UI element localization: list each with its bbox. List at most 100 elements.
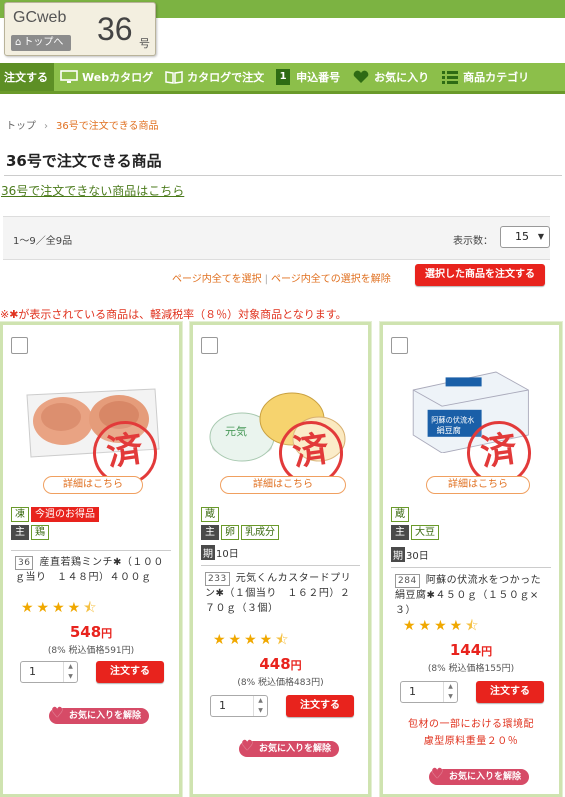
tag-row: 主 卵 乳成分: [201, 525, 279, 540]
product-number: 36: [15, 556, 34, 570]
breadcrumb-current: 36号で注文できる商品: [56, 121, 159, 132]
tax-incl-price: (8% 税込価格483円): [237, 678, 324, 688]
nav-web-catalog[interactable]: Webカタログ: [54, 63, 159, 91]
product-card: 阿蘇の伏流水 絹豆腐 済 詳細はこちら 蔵 主 大豆 期 30日 284 阿蘇の伏流…: [379, 321, 563, 797]
detail-button[interactable]: 詳細はこちら: [43, 476, 143, 494]
favorite-remove-label: お気に入りを解除: [69, 711, 142, 721]
tag-row: 主 鶏: [11, 525, 49, 540]
product-price: 448円: [193, 655, 368, 673]
broken-heart-icon: ♥: [431, 766, 444, 782]
half-star-icon: ⯪: [275, 632, 292, 648]
quantity-value: 1: [29, 665, 36, 678]
favorite-remove-button[interactable]: ♥ お気に入りを解除: [429, 766, 530, 785]
svg-text:絹豆腐: 絹豆腐: [437, 425, 461, 435]
nav-application-number[interactable]: 1 申込番号: [270, 63, 346, 91]
half-star-icon: ⯪: [83, 600, 100, 616]
list-icon: [442, 71, 459, 84]
book-icon: [165, 71, 183, 84]
price-value: 548: [69, 623, 102, 641]
shelf-life: 期 30日: [391, 547, 429, 562]
nav-catalog-order[interactable]: カタログで注文: [159, 63, 270, 91]
favorite-remove-label: お気に入りを解除: [449, 772, 522, 782]
storage-tag: 凍: [11, 507, 29, 522]
quantity-value: 1: [409, 685, 416, 698]
product-name-text: 産直若鶏ミンチ✱（１００ｇ当り １４８円）４００ｇ: [15, 557, 164, 583]
favorite-remove-button[interactable]: ♥ お気に入りを解除: [49, 705, 150, 724]
nav-favorites[interactable]: お気に入り: [346, 63, 435, 91]
select-all-link[interactable]: ページ内全てを選択: [172, 274, 262, 285]
product-checkbox[interactable]: [391, 337, 408, 354]
category-tag: 主: [391, 525, 409, 540]
deselect-all-link[interactable]: ページ内全ての選択を解除: [271, 274, 391, 285]
product-name[interactable]: 233 元気くんカスタードプリン✱（１個当り １６２円）２７０ｇ（３個）: [205, 571, 360, 616]
not-orderable-link[interactable]: 36号で注文できない商品はこちら: [1, 182, 184, 199]
chevron-right-icon: ›: [44, 121, 48, 132]
product-number: 233: [205, 572, 230, 586]
heart-icon: [353, 70, 369, 83]
site-logo[interactable]: GCweb ⌂ トップへ 36 号: [4, 2, 156, 56]
nav-catalog-order-label: カタログで注文: [187, 71, 265, 84]
quantity-stepper[interactable]: 1 ▲ ▼: [400, 681, 458, 703]
issue-suffix: 号: [139, 37, 150, 50]
allergen-tag: 鶏: [31, 525, 49, 540]
monitor-icon: [60, 70, 78, 83]
product-card: 済 詳細はこちら 凍 今週のお得品 主 鶏 36 産直若鶏ミンチ✱（１００ｇ当り …: [0, 321, 183, 797]
nav-web-catalog-label: Webカタログ: [82, 71, 154, 84]
allergen-tag: 大豆: [411, 525, 439, 540]
nav-categories[interactable]: 商品カテゴリ: [435, 63, 535, 91]
per-page-value: 15: [515, 230, 529, 243]
price-value: 144: [449, 641, 482, 659]
period-value: 30日: [406, 551, 429, 562]
order-button[interactable]: 注文する: [476, 681, 544, 703]
broken-heart-icon: ♥: [51, 705, 64, 721]
nav-order-label: 注文する: [4, 71, 48, 84]
nav-favorites-label: お気に入り: [374, 71, 430, 84]
favorite-remove-label: お気に入りを解除: [259, 744, 332, 754]
spinner-icon[interactable]: ▲ ▼: [63, 662, 77, 682]
spinner-icon[interactable]: ▲ ▼: [443, 682, 457, 702]
nav-categories-label: 商品カテゴリ: [463, 71, 530, 84]
deal-tag: 今週のお得品: [31, 507, 99, 522]
home-link-label: トップへ: [23, 37, 64, 48]
product-card: 元気 済 詳細はこちら 蔵 主 卵 乳成分 期 10日 233 元気くんカスタードプ…: [189, 321, 372, 797]
allergen-tag: 乳成分: [241, 525, 279, 540]
divider: [11, 550, 171, 551]
list-toolbar: 1〜9／全9品 表示数： 15 ▼: [3, 216, 550, 260]
storage-tag: 蔵: [391, 507, 409, 522]
page-title: 36号で注文できる商品: [4, 150, 562, 176]
star-rating: ★★★★⯪: [213, 629, 291, 653]
number-icon: 1: [276, 69, 291, 85]
per-page-select[interactable]: 15 ▼: [500, 226, 550, 248]
quantity-stepper[interactable]: 1 ▲ ▼: [210, 695, 268, 717]
spinner-icon[interactable]: ▲ ▼: [253, 696, 267, 716]
product-checkbox[interactable]: [11, 337, 28, 354]
svg-text:阿蘇の伏流水: 阿蘇の伏流水: [431, 415, 474, 424]
detail-button[interactable]: 詳細はこちら: [220, 476, 346, 494]
order-button[interactable]: 注文する: [286, 695, 354, 717]
quantity-value: 1: [219, 699, 226, 712]
star-icon: ★★★★: [21, 600, 84, 616]
broken-heart-icon: ♥: [241, 738, 254, 754]
product-name[interactable]: 36 産直若鶏ミンチ✱（１００ｇ当り １４８円）４００ｇ: [15, 555, 171, 585]
home-link[interactable]: ⌂ トップへ: [11, 35, 71, 51]
tag-row: 蔵: [391, 507, 409, 522]
breadcrumb-home[interactable]: トップ: [6, 121, 36, 132]
star-icon: ★★★★: [213, 632, 276, 648]
price-unit: 円: [101, 627, 113, 640]
per-page-label: 表示数：: [453, 236, 493, 247]
price-value: 448: [259, 655, 291, 673]
quantity-stepper[interactable]: 1 ▲ ▼: [20, 661, 78, 683]
nav-application-number-label: 申込番号: [296, 71, 341, 84]
breadcrumb: トップ › 36号で注文できる商品: [6, 117, 159, 132]
product-name[interactable]: 284 阿蘇の伏流水をつかった絹豆腐✱４５０ｇ（１５０ｇ×３）: [395, 573, 551, 618]
favorite-remove-button[interactable]: ♥ お気に入りを解除: [239, 738, 340, 757]
product-number: 284: [395, 574, 420, 588]
detail-button[interactable]: 詳細はこちら: [426, 476, 530, 494]
nav-order[interactable]: 注文する: [0, 63, 54, 91]
product-checkbox[interactable]: [201, 337, 218, 354]
order-selected-button[interactable]: 選択した商品を注文する: [415, 264, 545, 286]
period-value: 10日: [216, 549, 239, 560]
star-rating: ★★★★⯪: [21, 597, 99, 621]
order-button[interactable]: 注文する: [96, 661, 164, 683]
divider: [391, 567, 551, 568]
